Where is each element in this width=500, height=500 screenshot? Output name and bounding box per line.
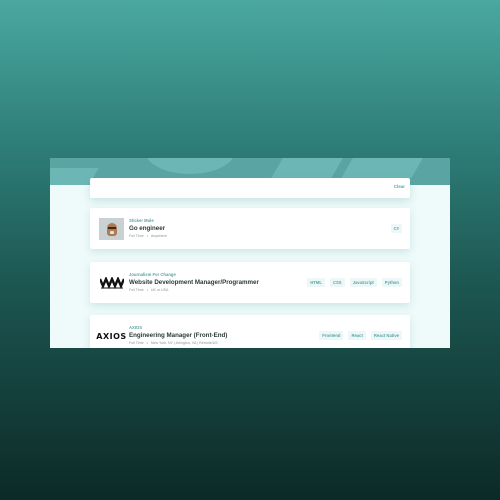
banner-decoration (145, 158, 235, 174)
job-tags: HTML CSS JavaScript Python (307, 278, 402, 287)
filter-bar: Clear (90, 178, 410, 198)
separator-dot: • (146, 234, 148, 238)
banner-decoration (271, 158, 349, 178)
page-background: { "filter_bar": { "clear_label": "Clear"… (0, 0, 500, 500)
app-window: Clear Sticker Mule Go engineer Full Time… (50, 158, 450, 348)
clear-filters-button[interactable]: Clear (394, 184, 405, 189)
banner-decoration (341, 158, 429, 178)
tag-button[interactable]: JavaScript (349, 278, 377, 287)
job-contract: Full Time (129, 234, 144, 238)
job-meta: AXIOS Engineering Manager (Front-End) Fu… (129, 325, 299, 346)
job-card[interactable]: Sticker Mule Go engineer Full Time • Anywh… (90, 208, 410, 249)
company-logo-icon (99, 218, 124, 240)
job-location: Anywhere (150, 234, 167, 238)
axios-logo-icon: AXIOS (96, 331, 127, 341)
job-location: UK or USA (150, 288, 169, 292)
tag-button[interactable]: CSS (329, 278, 345, 287)
job-contract: Full Time (129, 288, 144, 292)
company-logo-icon (99, 272, 124, 294)
job-meta: Sticker Mule Go engineer Full Time • Anywh… (129, 218, 299, 239)
separator-dot: • (146, 341, 148, 345)
job-location: New York, NY | Arlington, VA | Remote/US (150, 341, 218, 345)
job-details: Full Time • New York, NY | Arlington, VA |… (129, 340, 299, 346)
company-logo-icon: AXIOS (96, 325, 127, 347)
wave-logo-icon (99, 277, 124, 289)
job-position[interactable]: Go engineer (129, 224, 299, 233)
job-meta: Journalism For Change Website Developmen… (129, 272, 299, 293)
job-details: Full Time • UK or USA (129, 287, 299, 293)
tag-button[interactable]: C# (390, 224, 402, 233)
job-tags: C# (390, 224, 402, 233)
tag-button[interactable]: Frontend (319, 331, 344, 340)
job-details: Full Time • Anywhere (129, 233, 299, 239)
job-position[interactable]: Website Development Manager/Programmer (129, 278, 299, 287)
photo-avatar-icon (106, 222, 117, 236)
tag-button[interactable]: HTML (307, 278, 325, 287)
tag-button[interactable]: Python (381, 278, 402, 287)
job-position[interactable]: Engineering Manager (Front-End) (129, 331, 299, 340)
job-tags: Frontend React React Native (319, 331, 402, 340)
tag-button[interactable]: React (348, 331, 366, 340)
separator-dot: • (146, 288, 148, 292)
job-card[interactable]: Journalism For Change Website Developmen… (90, 262, 410, 303)
job-contract: Full Time (129, 341, 144, 345)
job-card[interactable]: AXIOS AXIOS Engineering Manager (Front-E… (90, 315, 410, 348)
tag-button[interactable]: React Native (370, 331, 402, 340)
